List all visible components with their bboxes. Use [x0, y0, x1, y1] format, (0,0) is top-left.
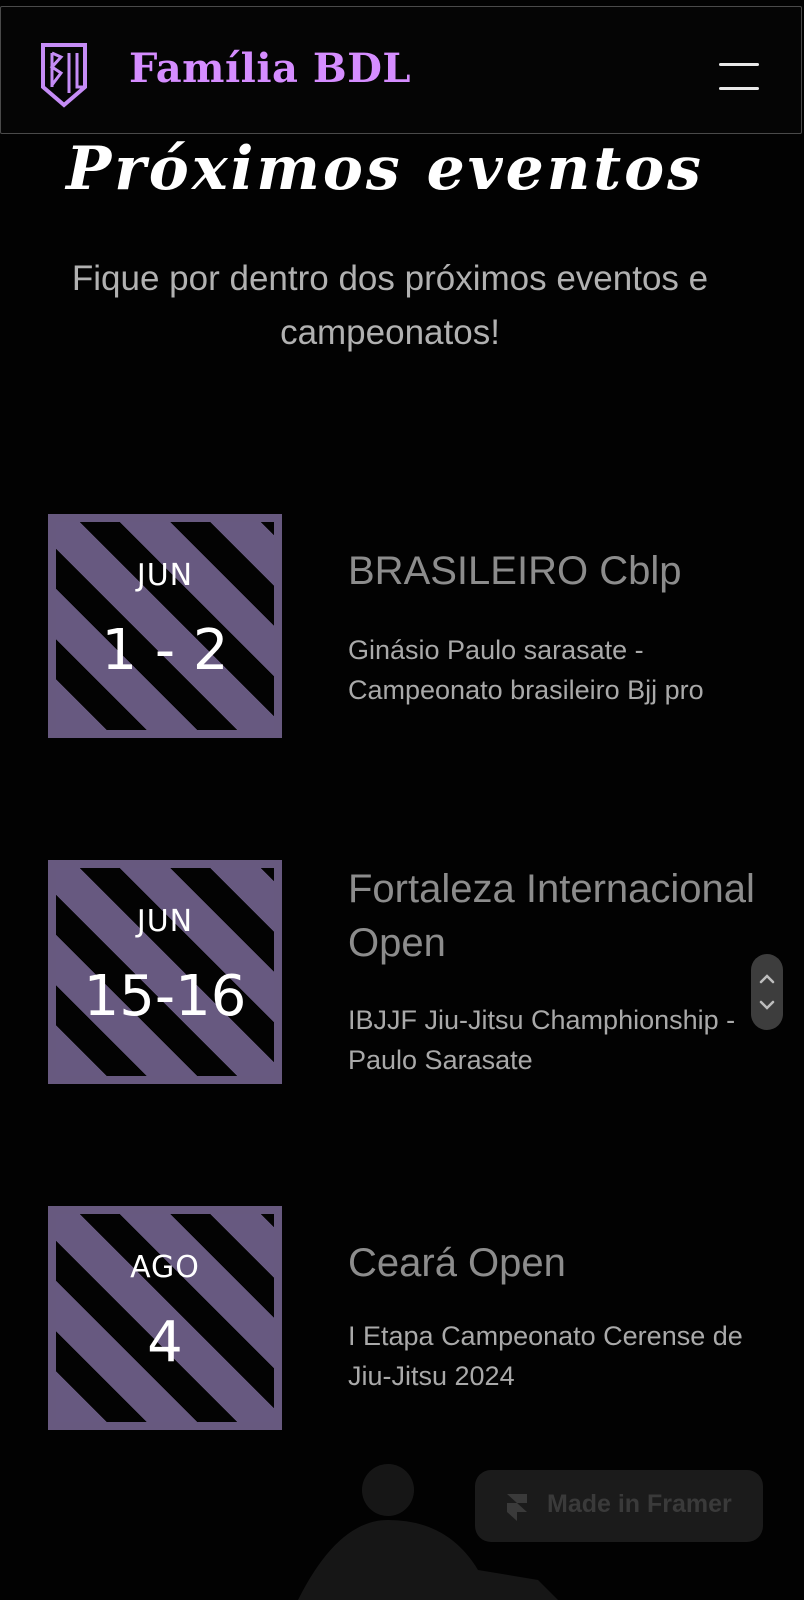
scroll-control[interactable] [751, 954, 783, 1030]
event-month: JUN [136, 904, 194, 939]
top-nav-bar: Família BDL [0, 6, 802, 134]
event-description: IBJJF Jiu-Jitsu Champhionship - Paulo Sa… [348, 1005, 736, 1075]
page-title: Próximos eventos [66, 134, 704, 204]
made-in-framer-label: Made in Framer [547, 1490, 732, 1518]
event-description: I Etapa Campeonato Cerense de Jiu-Jitsu … [348, 1321, 743, 1391]
event-card[interactable]: JUN 1 - 2 BRASILEIRO Cblp Ginásio Paulo … [48, 514, 778, 738]
made-in-framer-button[interactable]: Made in Framer [475, 1470, 763, 1542]
event-description: Ginásio Paulo sarasate - Campeonato bras… [348, 635, 704, 705]
page-subtitle: Fique por dentro dos próximos eventos e … [71, 259, 709, 352]
event-date-badge: JUN 15-16 [48, 860, 282, 1084]
event-days: 15-16 [83, 964, 247, 1029]
event-days: 1 - 2 [101, 618, 229, 683]
framer-icon [507, 1494, 527, 1521]
event-date-badge: AGO 4 [48, 1206, 282, 1430]
hamburger-menu-icon[interactable] [717, 57, 761, 97]
event-date-badge: JUN 1 - 2 [48, 514, 282, 738]
event-name: Fortaleza Internacional Open [348, 867, 755, 965]
event-name: BRASILEIRO Cblp [348, 549, 682, 593]
brand-name[interactable]: Família BDL [129, 45, 411, 92]
event-card[interactable]: AGO 4 Ceará Open I Etapa Campeonato Cere… [48, 1206, 778, 1430]
event-name: Ceará Open [348, 1241, 566, 1285]
bdl-logo-icon[interactable] [39, 39, 89, 109]
event-card[interactable]: JUN 15-16 Fortaleza Internacional Open I… [48, 860, 778, 1084]
event-month: JUN [136, 558, 194, 593]
event-days: 4 [147, 1310, 183, 1375]
event-month: AGO [130, 1250, 200, 1285]
chevron-up-down-icon [759, 974, 775, 1010]
